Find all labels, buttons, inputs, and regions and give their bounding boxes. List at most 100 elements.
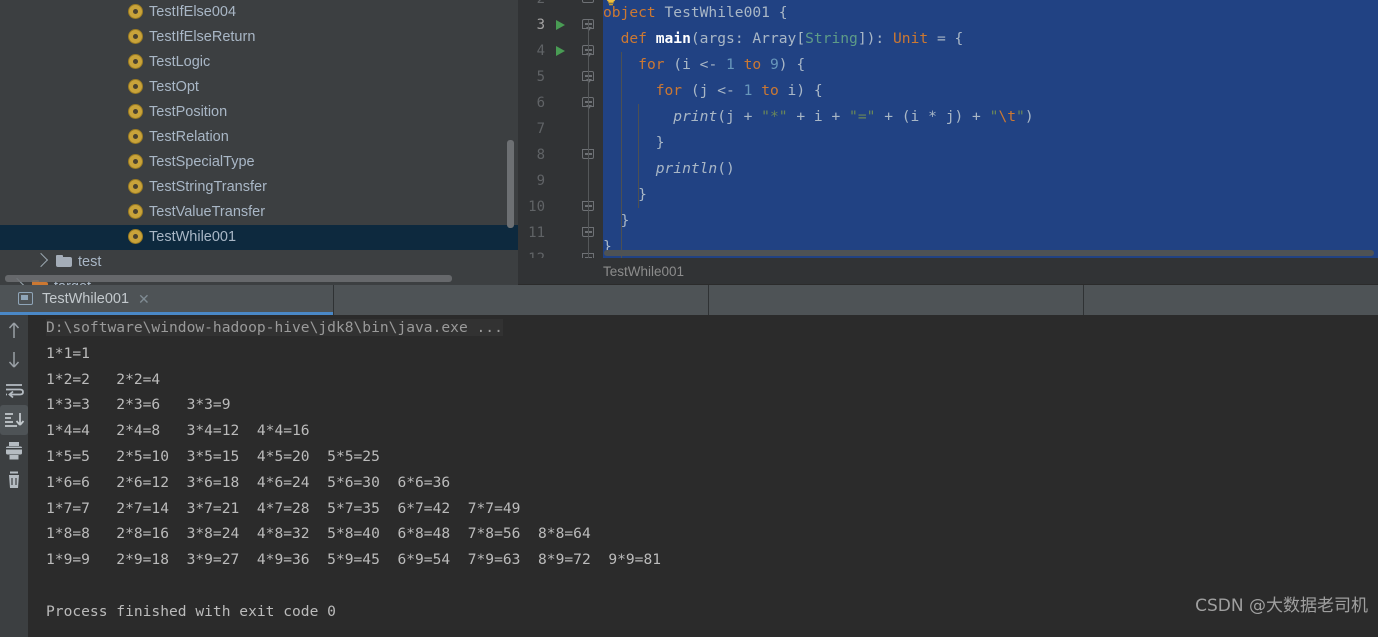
code-line-7[interactable]: print(j + "*" + i + "=" + (i * j) + "\t"… bbox=[603, 104, 1378, 130]
tab-separator bbox=[708, 285, 709, 315]
indent-guide bbox=[620, 78, 622, 104]
console-output-line: 1*2=2 2*2=4 bbox=[46, 370, 161, 388]
gutter-line-6[interactable]: 6 bbox=[518, 90, 603, 116]
gutter-line-3[interactable]: 3 bbox=[518, 12, 603, 38]
indent-guide bbox=[620, 182, 622, 208]
tree-item-teststringtransfer[interactable]: TestStringTransfer bbox=[0, 175, 518, 200]
tree-item-label: TestIfElseReturn bbox=[149, 29, 256, 45]
editor-code-area[interactable]: object TestWhile001 { def main(args: Arr… bbox=[603, 0, 1378, 258]
tree-item-testifelsereturn[interactable]: TestIfElseReturn bbox=[0, 25, 518, 50]
tree-item-testrelation[interactable]: TestRelation bbox=[0, 125, 518, 150]
line-number: 10 bbox=[528, 199, 545, 215]
tree-item-testlogic[interactable]: TestLogic bbox=[0, 50, 518, 75]
gutter-line-10[interactable]: 10 bbox=[518, 194, 603, 220]
code-line-6[interactable]: for (j <- 1 to i) { bbox=[603, 78, 1378, 104]
console-toolbar[interactable] bbox=[0, 315, 28, 637]
scala-object-icon bbox=[128, 29, 143, 44]
run-gutter-icon[interactable] bbox=[556, 20, 565, 30]
indent-guide bbox=[620, 104, 622, 130]
tree-item-testvaluetransfer[interactable]: TestValueTransfer bbox=[0, 200, 518, 225]
tree-item-label: TestSpecialType bbox=[149, 154, 255, 170]
console-output[interactable]: D:\software\window-hadoop-hive\jdk8\bin\… bbox=[28, 315, 1378, 637]
chevron-right-icon[interactable] bbox=[33, 252, 49, 268]
gutter-line-11[interactable]: 11 bbox=[518, 220, 603, 246]
tree-item-label: TestIfElse004 bbox=[149, 4, 237, 20]
tree-item-label: TestPosition bbox=[149, 104, 228, 120]
tree-item-testifelse004[interactable]: TestIfElse004 bbox=[0, 0, 518, 25]
gutter-line-5[interactable]: 5 bbox=[518, 64, 603, 90]
gutter-line-2[interactable]: 2 bbox=[518, 0, 603, 12]
code-line-3[interactable]: object TestWhile001 { bbox=[603, 0, 1378, 26]
fold-region-line bbox=[587, 20, 589, 258]
line-number: 6 bbox=[536, 95, 545, 111]
scala-object-icon bbox=[128, 154, 143, 169]
down-arrow-icon[interactable] bbox=[0, 345, 28, 375]
tab-separator bbox=[1083, 285, 1084, 315]
indent-guide bbox=[638, 156, 640, 182]
console-output-line: 1*9=9 2*9=18 3*9=27 4*9=36 5*9=45 6*9=54… bbox=[46, 551, 662, 569]
scala-object-icon bbox=[128, 129, 143, 144]
project-tree-panel[interactable]: TestIfElse004 TestIfElseReturn TestLogic Te… bbox=[0, 0, 518, 285]
code-line-9[interactable]: println() bbox=[603, 156, 1378, 182]
code-line-5[interactable]: for (i <- 1 to 9) { bbox=[603, 52, 1378, 78]
tab-separator bbox=[333, 285, 334, 315]
trash-icon[interactable] bbox=[0, 465, 28, 495]
scala-object-icon bbox=[128, 79, 143, 94]
code-line-11[interactable]: } bbox=[603, 208, 1378, 234]
gutter-line-7[interactable]: 7 bbox=[518, 116, 603, 142]
console-output-line: 1*8=8 2*8=16 3*8=24 4*8=32 5*8=40 6*8=48… bbox=[46, 525, 591, 543]
gutter-line-12[interactable]: 12 bbox=[518, 246, 603, 258]
indent-guide bbox=[620, 156, 622, 182]
indent-guide bbox=[620, 208, 622, 234]
tree-item-label: TestOpt bbox=[149, 79, 199, 95]
folder-icon bbox=[56, 255, 72, 267]
project-tree-horizontal-scrollbar[interactable] bbox=[5, 275, 452, 282]
editor-gutter[interactable]: 2 3 4 5 6 7 8 9 10 11 12 bbox=[518, 0, 603, 258]
scroll-to-end-icon[interactable] bbox=[0, 405, 28, 435]
line-number: 2 bbox=[537, 0, 545, 12]
code-editor[interactable]: 2 3 4 5 6 7 8 9 10 11 12 object TestWhile001 { def… bbox=[518, 0, 1378, 258]
print-icon[interactable] bbox=[0, 435, 28, 465]
line-number: 4 bbox=[536, 43, 545, 59]
soft-wrap-icon[interactable] bbox=[0, 375, 28, 405]
gutter-line-8[interactable]: 8 bbox=[518, 142, 603, 168]
tree-item-label: TestRelation bbox=[149, 129, 229, 145]
tree-item-testposition[interactable]: TestPosition bbox=[0, 100, 518, 125]
editor-breadcrumb[interactable]: TestWhile001 bbox=[518, 258, 1378, 285]
console-command-line: D:\software\window-hadoop-hive\jdk8\bin\… bbox=[28, 315, 1378, 341]
indent-guide bbox=[620, 130, 622, 156]
line-number: 11 bbox=[528, 225, 545, 241]
scala-object-icon bbox=[128, 104, 143, 119]
lightbulb-icon[interactable] bbox=[603, 0, 619, 8]
run-tab-testwhile001[interactable]: TestWhile001 ✕ bbox=[0, 285, 333, 315]
indent-guide bbox=[638, 104, 640, 130]
editor-horizontal-scrollbar[interactable] bbox=[604, 250, 1374, 256]
line-number: 7 bbox=[536, 121, 545, 137]
line-number: 5 bbox=[536, 69, 545, 85]
scala-object-icon bbox=[128, 179, 143, 194]
code-line-4[interactable]: def main(args: Array[String]): Unit = { bbox=[603, 26, 1378, 52]
ide-window: TestIfElse004 TestIfElseReturn TestLogic Te… bbox=[0, 0, 1378, 637]
scala-object-icon bbox=[128, 204, 143, 219]
tree-item-testspecialtype[interactable]: TestSpecialType bbox=[0, 150, 518, 175]
gutter-line-4[interactable]: 4 bbox=[518, 38, 603, 64]
tree-item-testopt[interactable]: TestOpt bbox=[0, 75, 518, 100]
fold-close-icon[interactable] bbox=[582, 0, 594, 5]
tree-item-test[interactable]: test bbox=[0, 250, 518, 275]
line-number: 3 bbox=[536, 17, 545, 33]
tree-item-label: test bbox=[78, 254, 102, 270]
indent-guide bbox=[638, 182, 640, 208]
tree-item-testwhile001[interactable]: TestWhile001 bbox=[0, 225, 518, 250]
fold-box bbox=[582, 0, 594, 3]
tree-item-label: TestStringTransfer bbox=[149, 179, 267, 195]
tree-item-label: TestLogic bbox=[149, 54, 211, 70]
code-line-10[interactable]: } bbox=[603, 182, 1378, 208]
close-icon[interactable]: ✕ bbox=[138, 292, 150, 306]
project-tree-vertical-scrollbar[interactable] bbox=[507, 140, 514, 228]
gutter-line-9[interactable]: 9 bbox=[518, 168, 603, 194]
code-line-8[interactable]: } bbox=[603, 130, 1378, 156]
run-tool-window: TestWhile001 ✕ D:\software\window-hadoop… bbox=[0, 285, 1378, 637]
up-arrow-icon[interactable] bbox=[0, 315, 28, 345]
run-gutter-icon[interactable] bbox=[556, 46, 565, 56]
